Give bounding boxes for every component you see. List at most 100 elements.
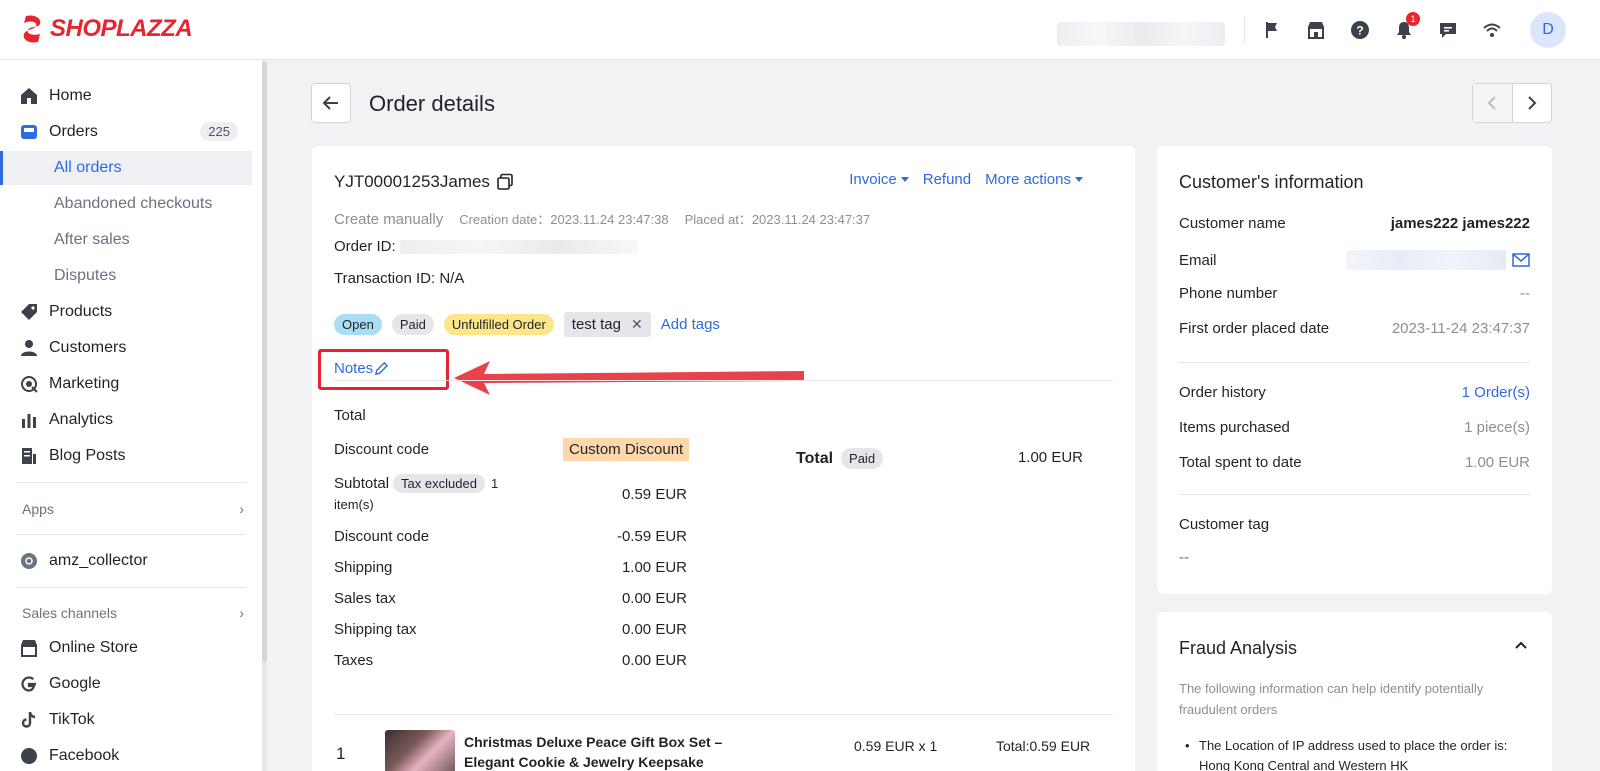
sidebar-item-facebook[interactable]: Facebook: [0, 739, 252, 771]
orders-icon: [19, 122, 39, 142]
status-badge-paid: Paid: [841, 448, 884, 469]
taxes-label: Taxes: [334, 652, 374, 669]
sidebar-item-orders[interactable]: Orders 225: [0, 115, 252, 149]
sidebar-item-label: Online Store: [49, 639, 138, 656]
customer-tag-row: Customer tag: [1179, 516, 1530, 533]
sidebar-scrollbar-thumb[interactable]: [262, 62, 267, 662]
shoplazza-logo[interactable]: SHOPLAZZA: [20, 14, 193, 44]
sidebar-item-customers[interactable]: Customers: [0, 331, 252, 365]
sidebar-item-after-sales[interactable]: After sales: [0, 223, 252, 257]
subtotal-label: Subtotal: [334, 475, 390, 492]
mail-icon[interactable]: [1512, 253, 1530, 267]
sidebar-item-label: Disputes: [54, 267, 117, 284]
remove-tag-icon[interactable]: ✕: [631, 316, 643, 333]
chat-icon[interactable]: [1436, 18, 1460, 42]
status-badge-open: Open: [334, 314, 382, 335]
sidebar-divider: [16, 482, 246, 483]
sidebar-item-label: Marketing: [49, 375, 120, 392]
analytics-icon: [19, 410, 39, 430]
avatar[interactable]: D: [1530, 12, 1566, 48]
apps-label: Apps: [22, 501, 54, 517]
sidebar-item-label: Blog Posts: [49, 447, 126, 464]
store-icon[interactable]: [1304, 18, 1328, 42]
product-row[interactable]: 1 Christmas Deluxe Peace Gift Box Set – …: [334, 730, 1113, 771]
sidebar-item-label: All orders: [54, 159, 122, 176]
email-label: Email: [1179, 251, 1217, 269]
sidebar-item-analytics[interactable]: Analytics: [0, 403, 252, 437]
next-order-button[interactable]: [1513, 84, 1552, 122]
divider: [334, 714, 1113, 715]
customer-name-label: Customer name: [1179, 215, 1286, 232]
order-source: Create manually: [334, 211, 444, 228]
placed-date-value: 2023.11.24 23:47:37: [751, 212, 871, 227]
total-value: 1.00 EUR: [1017, 449, 1083, 466]
email-value-redacted: [1346, 250, 1530, 270]
bell-icon[interactable]: 1: [1392, 12, 1420, 42]
sales-channels-section-header[interactable]: Sales channels ›: [22, 605, 244, 621]
sidebar-item-google[interactable]: Google: [0, 667, 252, 701]
flag-icon[interactable]: [1260, 18, 1284, 42]
annotation-arrow: [454, 361, 804, 395]
sidebar-item-amz-collector[interactable]: amz_collector: [0, 544, 252, 578]
items-count-unit: item(s): [334, 497, 374, 512]
total-label: Total: [796, 449, 834, 467]
placed-date-label: Placed at：: [684, 212, 752, 227]
subtotal-value: 0.59 EUR: [621, 486, 687, 503]
sidebar-item-label: Orders: [49, 123, 98, 140]
pencil-icon: [375, 361, 389, 376]
copy-icon[interactable]: [496, 173, 514, 191]
refund-button[interactable]: Refund: [923, 171, 971, 188]
back-button[interactable]: [311, 83, 351, 123]
order-history-link[interactable]: 1 Order(s): [1462, 384, 1530, 401]
previous-order-button[interactable]: [1473, 84, 1513, 122]
caret-down-icon: [900, 177, 909, 182]
divider: [334, 380, 1113, 381]
invoice-dropdown[interactable]: Invoice: [849, 171, 909, 188]
sidebar-item-all-orders[interactable]: All orders: [0, 151, 252, 185]
store-name-redacted[interactable]: [1057, 22, 1225, 46]
orders-count-badge: 225: [200, 122, 238, 141]
add-tags-link[interactable]: Add tags: [661, 316, 720, 333]
order-id-label: Order ID:: [334, 238, 396, 255]
arrow-left-icon: [322, 96, 338, 110]
sales-channels-label: Sales channels: [22, 605, 117, 621]
items-count: 1: [490, 476, 499, 491]
more-actions-dropdown[interactable]: More actions: [985, 171, 1083, 188]
product-total: Total:0.59 EUR: [996, 738, 1091, 754]
items-purchased-label: Items purchased: [1179, 419, 1290, 436]
customer-name-row: Customer name james222 james222: [1179, 215, 1530, 232]
logo-mark-icon: [23, 15, 41, 43]
chevron-right-icon: ›: [239, 605, 244, 621]
order-meta: Create manually Creation date：2023.11.24…: [334, 209, 870, 228]
sidebar-item-abandoned-checkouts[interactable]: Abandoned checkouts: [0, 187, 252, 221]
help-icon[interactable]: ?: [1348, 18, 1372, 42]
first-order-row: First order placed date 2023-11-24 23:47…: [1179, 320, 1530, 337]
sidebar-item-online-store[interactable]: Online Store: [0, 631, 252, 665]
sidebar-item-label: Products: [49, 303, 113, 320]
discount-code-label: Discount code: [334, 441, 430, 458]
items-purchased-row: Items purchased 1 piece(s): [1179, 419, 1530, 436]
sidebar-item-disputes[interactable]: Disputes: [0, 259, 252, 293]
total-spent-value: 1.00 EUR: [1464, 454, 1530, 471]
apps-section-header[interactable]: Apps ›: [22, 501, 244, 517]
product-name[interactable]: Christmas Deluxe Peace Gift Box Set – El…: [464, 732, 754, 771]
order-history-label: Order history: [1179, 384, 1266, 401]
sidebar-item-home[interactable]: Home: [0, 79, 252, 113]
sidebar-item-marketing[interactable]: Marketing: [0, 367, 252, 401]
wifi-icon[interactable]: [1480, 18, 1504, 42]
discount-value: -0.59 EUR: [616, 528, 687, 545]
subtotal-row-label: Subtotal Tax excluded 1: [334, 474, 498, 493]
order-number: YJT00001253James: [334, 172, 514, 192]
sidebar-divider: [16, 587, 246, 588]
notes-link[interactable]: Notes: [334, 360, 389, 377]
store-icon: [19, 638, 39, 658]
chevron-up-icon[interactable]: [1514, 640, 1528, 650]
sales-tax-label: Sales tax: [334, 590, 396, 607]
product-thumbnail[interactable]: [385, 730, 455, 771]
sidebar-item-products[interactable]: Products: [0, 295, 252, 329]
creation-date: Creation date：2023.11.24 23:47:38: [459, 209, 668, 228]
sidebar-item-label: Google: [49, 675, 101, 692]
sidebar-item-blog-posts[interactable]: Blog Posts: [0, 439, 252, 473]
sidebar-item-tiktok[interactable]: TikTok: [0, 703, 252, 737]
shipping-label: Shipping: [334, 559, 393, 576]
